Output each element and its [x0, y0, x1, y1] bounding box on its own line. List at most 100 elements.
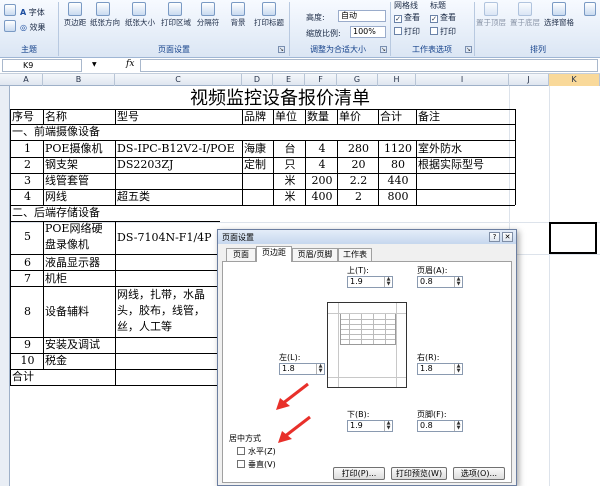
sheet-options-launcher[interactable]: ↘ — [465, 46, 472, 53]
header-cell[interactable]: 单位 — [273, 110, 305, 124]
table-cell[interactable]: POE网络硬 — [43, 222, 115, 236]
table-cell[interactable]: 安装及调试 — [43, 338, 115, 352]
insert-function-button[interactable]: fx — [126, 59, 134, 69]
table-cell[interactable]: 只 — [273, 158, 305, 172]
selection-pane-icon[interactable] — [552, 2, 566, 16]
table-cell[interactable]: 80 — [378, 158, 416, 172]
gridlines-view-checkbox[interactable]: ✓ 查看 — [394, 12, 420, 23]
table-cell[interactable]: 7 — [10, 272, 43, 286]
table-cell[interactable]: 200 — [305, 174, 337, 188]
spinner-arrows-icon[interactable]: ▲ ▼ — [454, 277, 462, 287]
table-cell[interactable]: 室外防水 — [416, 142, 515, 156]
footer-margin-input[interactable]: 0.8 ▲ ▼ — [417, 420, 463, 432]
header-cell[interactable]: 型号 — [115, 110, 242, 124]
table-cell[interactable]: 机柜 — [43, 272, 115, 286]
print-area-button[interactable]: 打印区域 — [160, 17, 192, 28]
table-cell[interactable]: 2 — [337, 190, 378, 204]
table-cell[interactable]: 400 — [305, 190, 337, 204]
formula-input[interactable] — [140, 59, 598, 72]
table-cell[interactable]: 5 — [10, 230, 43, 244]
column-header[interactable]: A — [10, 74, 43, 86]
column-header[interactable]: I — [416, 74, 509, 86]
table-cell[interactable]: 9 — [10, 338, 43, 352]
scale-launcher[interactable]: ↘ — [380, 46, 387, 53]
header-cell[interactable]: 合计 — [378, 110, 416, 124]
right-margin-input[interactable]: 1.8 ▲ ▼ — [417, 363, 463, 375]
table-cell[interactable]: 液晶显示器 — [43, 256, 115, 270]
background-button[interactable]: 背景 — [224, 17, 252, 28]
column-header[interactable]: K — [549, 74, 600, 86]
tab-sheet[interactable]: 工作表 — [338, 248, 372, 261]
table-cell[interactable]: 盘录像机 — [43, 238, 115, 252]
tab-header-footer[interactable]: 页眉/页脚 — [292, 248, 338, 261]
table-cell[interactable]: 定制 — [242, 158, 273, 172]
table-cell[interactable]: 钢支架 — [43, 158, 115, 172]
header-cell[interactable]: 单价 — [337, 110, 378, 124]
tab-page[interactable]: 页面 — [226, 248, 256, 261]
selected-cell[interactable] — [549, 222, 597, 254]
table-cell[interactable]: 440 — [378, 174, 416, 188]
table-cell[interactable]: 4 — [305, 158, 337, 172]
headings-view-checkbox[interactable]: ✓ 查看 — [430, 12, 456, 23]
column-header[interactable]: E — [273, 74, 305, 86]
table-cell[interactable]: 8 — [10, 305, 43, 319]
table-cell[interactable]: 线管套管 — [43, 174, 115, 188]
spinner-arrows-icon[interactable]: ▲ ▼ — [316, 364, 324, 374]
center-horizontally-checkbox[interactable]: 水平(Z) — [237, 446, 276, 457]
table-cell[interactable]: 1120 — [378, 142, 416, 156]
colors-icon[interactable] — [4, 20, 16, 32]
send-back-icon[interactable] — [518, 2, 532, 16]
table-cell[interactable]: 4 — [305, 142, 337, 156]
themes-icon[interactable] — [4, 4, 16, 16]
table-cell[interactable]: 超五类 — [115, 190, 242, 204]
bring-front-button[interactable]: 置于顶层 — [474, 17, 508, 28]
table-cell[interactable]: 2 — [10, 158, 43, 172]
table-cell[interactable]: POE摄像机 — [43, 142, 115, 156]
table-cell[interactable]: 4 — [10, 190, 43, 204]
align-icon[interactable] — [584, 2, 596, 16]
table-cell[interactable]: 网线，扎带，水晶 — [115, 288, 220, 302]
column-header[interactable]: H — [378, 74, 416, 86]
section-heading[interactable]: 二、后端存储设备 — [10, 206, 250, 220]
height-select[interactable]: 自动 — [338, 10, 386, 22]
fonts-button[interactable]: A 字体 — [20, 7, 45, 18]
scale-input[interactable]: 100% — [350, 26, 386, 38]
left-margin-input[interactable]: 1.8 ▲ ▼ — [279, 363, 325, 375]
table-cell[interactable]: 6 — [10, 256, 43, 270]
page-setup-launcher[interactable]: ↘ — [278, 46, 285, 53]
margins-button[interactable]: 页边距 — [62, 17, 88, 28]
table-cell[interactable]: 海康 — [242, 142, 273, 156]
table-cell[interactable]: 1 — [10, 142, 43, 156]
column-header[interactable]: B — [43, 74, 115, 86]
spinner-arrows-icon[interactable]: ▲ ▼ — [454, 364, 462, 374]
table-cell[interactable]: 合计 — [10, 370, 50, 384]
orientation-icon[interactable] — [96, 2, 110, 16]
print-button[interactable]: 打印(P)... — [333, 467, 385, 480]
table-cell[interactable]: 根据实际型号 — [416, 158, 515, 172]
table-cell[interactable]: 米 — [273, 190, 305, 204]
section-heading[interactable]: 一、前端摄像设备 — [10, 125, 250, 139]
table-cell[interactable]: 税金 — [43, 354, 115, 368]
breaks-button[interactable]: 分隔符 — [194, 17, 222, 28]
effects-button[interactable]: ◎ 效果 — [20, 22, 46, 33]
header-cell[interactable]: 名称 — [43, 110, 115, 124]
help-button[interactable]: ? — [489, 232, 500, 242]
column-header[interactable]: D — [242, 74, 273, 86]
spinner-arrows-icon[interactable]: ▲ ▼ — [384, 421, 392, 431]
column-header[interactable]: J — [509, 74, 549, 86]
name-box[interactable]: K9 — [2, 59, 82, 72]
table-cell[interactable]: 20 — [337, 158, 378, 172]
background-icon[interactable] — [231, 2, 245, 16]
table-cell[interactable]: 头，胶布，线管， — [115, 304, 220, 318]
dialog-titlebar[interactable]: 页面设置 ? ✕ — [218, 230, 516, 244]
table-cell[interactable]: 丝，人工等 — [115, 320, 220, 334]
column-header[interactable]: C — [115, 74, 242, 86]
table-cell[interactable]: DS-7104N-F1/4P — [115, 231, 220, 245]
gridlines-print-checkbox[interactable]: 打印 — [394, 26, 420, 37]
send-back-button[interactable]: 置于底层 — [508, 17, 542, 28]
print-area-icon[interactable] — [168, 2, 182, 16]
table-cell[interactable]: 台 — [273, 142, 305, 156]
table-cell[interactable]: 3 — [10, 174, 43, 188]
header-cell[interactable]: 数量 — [305, 110, 337, 124]
breaks-icon[interactable] — [201, 2, 215, 16]
